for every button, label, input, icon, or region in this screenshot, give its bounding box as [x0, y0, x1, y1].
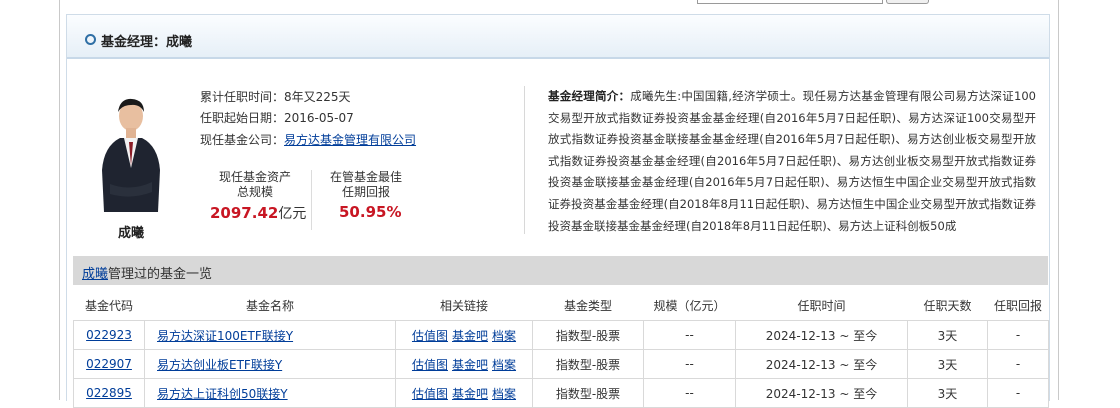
frame-left-border: [59, 0, 60, 400]
fund-forum-link[interactable]: 基金吧: [452, 358, 488, 372]
fund-scale: --: [643, 378, 736, 408]
circle-bullet-icon: [85, 34, 96, 45]
fund-list-header-bar: 成曦管理过的基金一览: [73, 256, 1048, 285]
aum-label-line1: 现任基金资产: [218, 170, 291, 184]
col-header: 基金代码: [84, 298, 133, 313]
return-value: 50.95%: [339, 203, 402, 221]
tenure-period: 2024-12-13 ~ 至今: [735, 378, 908, 408]
col-header: 基金类型: [563, 298, 612, 313]
company-link[interactable]: 易方达基金管理有限公司: [284, 133, 416, 147]
fund-type: 指数型-股票: [532, 320, 644, 350]
company-row: 现任基金公司：易方达基金管理有限公司: [200, 131, 416, 148]
manager-name-link[interactable]: 成曦: [82, 267, 108, 282]
fund-profile-link[interactable]: 档案: [492, 387, 516, 401]
manager-bio: 基金经理简介：成曦先生:中国国籍,经济学硕士。现任易方达基金管理有限公司易方达深…: [548, 86, 1036, 236]
table-row: 022923 易方达深证100ETF联接Y 估值图 基金吧 档案 指数型-股票 --…: [73, 320, 1049, 350]
table-header-row: 基金代码 基金名称 相关链接 基金类型 规模（亿元） 任职时间 任职天数 任职回…: [74, 290, 1049, 321]
fund-type: 指数型-股票: [532, 349, 644, 379]
bio-label: 基金经理简介：: [548, 89, 631, 103]
tenure-days: 3天: [907, 349, 988, 379]
valuation-chart-link[interactable]: 估值图: [412, 358, 448, 372]
table-row: 022907 易方达创业板ETF联接Y 估值图 基金吧 档案 指数型-股票 -- 2…: [73, 349, 1049, 379]
search-button[interactable]: [886, 0, 929, 4]
tenure-days: 3天: [907, 378, 988, 408]
col-header: 任职天数: [923, 298, 972, 313]
start-date-text: 任职起始日期：2016-05-07: [200, 111, 354, 125]
fund-name-link[interactable]: 易方达上证科创50联接Y: [157, 387, 288, 401]
aum-label-line2: 总规模: [236, 185, 273, 199]
fund-scale: --: [643, 349, 736, 379]
tenure-return: -: [987, 320, 1049, 350]
col-header: 相关链接: [439, 298, 488, 313]
tenure-return: -: [987, 349, 1049, 379]
valuation-chart-link[interactable]: 估值图: [412, 387, 448, 401]
fund-type: 指数型-股票: [532, 378, 644, 408]
fund-forum-link[interactable]: 基金吧: [452, 329, 488, 343]
vertical-divider: [524, 86, 525, 234]
tenure-period: 2024-12-13 ~ 至今: [735, 349, 908, 379]
fund-profile-link[interactable]: 档案: [492, 358, 516, 372]
aum-label: 现任基金资产 总规模: [210, 170, 300, 200]
fund-profile-link[interactable]: 档案: [492, 329, 516, 343]
bio-text: 成曦先生:中国国籍,经济学硕士。现任易方达基金管理有限公司易方达深证100交易型…: [548, 89, 1036, 233]
return-label: 在管基金最佳 任期回报: [321, 170, 411, 200]
col-header: 任职回报: [993, 298, 1042, 313]
fund-code-link[interactable]: 022923: [86, 328, 132, 342]
aum-unit: 亿元: [278, 206, 307, 222]
frame-right-border: [1058, 0, 1059, 400]
stat-divider: [311, 170, 312, 230]
valuation-chart-link[interactable]: 估值图: [412, 329, 448, 343]
col-header: 规模（亿元）: [653, 298, 726, 313]
aum-value: 2097.42亿元: [210, 204, 307, 222]
tenure-period: 2024-12-13 ~ 至今: [735, 320, 908, 350]
return-label-line2: 任期回报: [341, 185, 390, 199]
fund-name-link[interactable]: 易方达深证100ETF联接Y: [157, 329, 293, 343]
fund-code-link[interactable]: 022907: [86, 357, 132, 371]
fund-code-link[interactable]: 022895: [86, 386, 132, 400]
fund-name-link[interactable]: 易方达创业板ETF联接Y: [157, 358, 282, 372]
col-header: 基金名称: [245, 298, 294, 313]
fund-forum-link[interactable]: 基金吧: [452, 387, 488, 401]
search-input[interactable]: [697, 0, 883, 4]
panel-title: 基金经理：成曦: [101, 35, 193, 50]
return-label-line1: 在管基金最佳: [329, 170, 402, 184]
manager-name: 成曦: [118, 226, 145, 241]
panel-header: 基金经理：成曦: [67, 15, 1049, 59]
manager-photo: [98, 88, 164, 212]
tenure-text: 累计任职时间：8年又225天: [200, 90, 351, 104]
fund-table: 基金代码 基金名称 相关链接 基金类型 规模（亿元） 任职时间 任职天数 任职回…: [73, 290, 1049, 408]
fund-scale: --: [643, 320, 736, 350]
company-label: 现任基金公司：: [200, 133, 285, 147]
col-header: 任职时间: [797, 298, 846, 313]
fund-list-title: 成曦管理过的基金一览: [82, 267, 213, 282]
tenure-days: 3天: [907, 320, 988, 350]
table-row: 022895 易方达上证科创50联接Y 估值图 基金吧 档案 指数型-股票 -- 2…: [73, 378, 1049, 408]
tenure-return: -: [987, 378, 1049, 408]
